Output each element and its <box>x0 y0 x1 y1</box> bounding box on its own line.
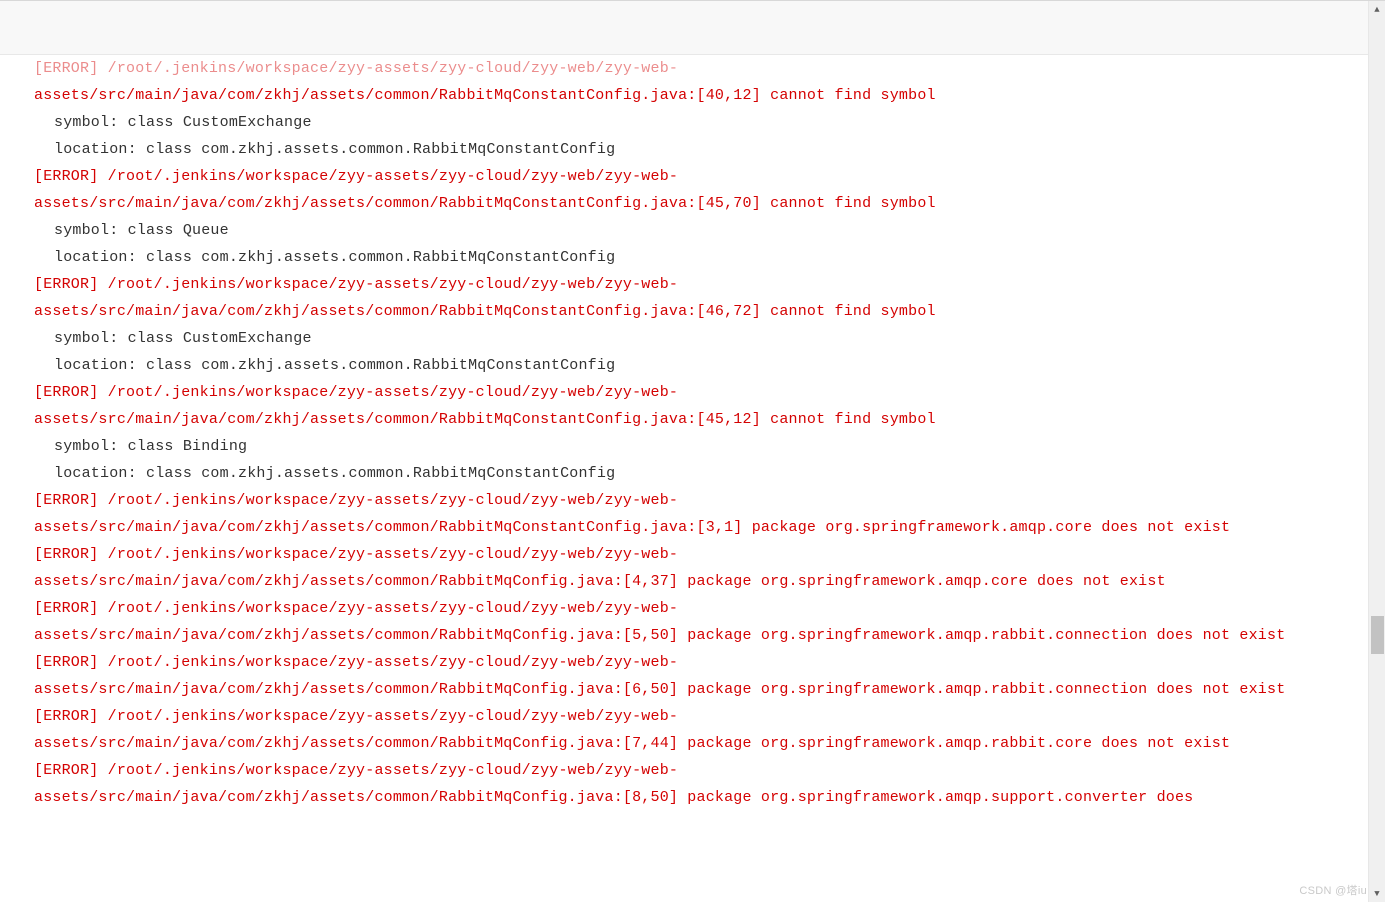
scroll-up-button[interactable]: ▲ <box>1369 1 1385 18</box>
error-line: [ERROR] /root/.jenkins/workspace/zyy-ass… <box>34 271 1303 298</box>
error-line: assets/src/main/java/com/zkhj/assets/com… <box>34 568 1303 595</box>
truncated-top-line: [ERROR] /root/.jenkins/workspace/zyy-ass… <box>34 55 1303 82</box>
error-detail-line: location: class com.zkhj.assets.common.R… <box>34 244 1303 271</box>
error-detail-line: symbol: class CustomExchange <box>34 109 1303 136</box>
top-whitespace-strip <box>0 1 1385 55</box>
error-line: [ERROR] /root/.jenkins/workspace/zyy-ass… <box>34 595 1303 622</box>
error-line: assets/src/main/java/com/zkhj/assets/com… <box>34 298 1303 325</box>
error-line: assets/src/main/java/com/zkhj/assets/com… <box>34 676 1303 703</box>
error-detail-line: location: class com.zkhj.assets.common.R… <box>34 136 1303 163</box>
error-detail-line: symbol: class Binding <box>34 433 1303 460</box>
error-line: [ERROR] /root/.jenkins/workspace/zyy-ass… <box>34 541 1303 568</box>
browser-viewport: [ERROR] /root/.jenkins/workspace/zyy-ass… <box>0 0 1385 902</box>
watermark: CSDN @塔iu <box>1299 882 1367 898</box>
error-line: assets/src/main/java/com/zkhj/assets/com… <box>34 514 1303 541</box>
build-log: [ERROR] /root/.jenkins/workspace/zyy-ass… <box>0 55 1337 811</box>
error-detail-line: location: class com.zkhj.assets.common.R… <box>34 460 1303 487</box>
error-line: [ERROR] /root/.jenkins/workspace/zyy-ass… <box>34 703 1303 730</box>
error-line: assets/src/main/java/com/zkhj/assets/com… <box>34 622 1303 649</box>
log-content-region[interactable]: [ERROR] /root/.jenkins/workspace/zyy-ass… <box>0 55 1337 902</box>
error-line: assets/src/main/java/com/zkhj/assets/com… <box>34 190 1303 217</box>
chevron-down-icon: ▼ <box>1374 889 1379 899</box>
error-detail-line: location: class com.zkhj.assets.common.R… <box>34 352 1303 379</box>
error-line: assets/src/main/java/com/zkhj/assets/com… <box>34 784 1303 811</box>
error-line: [ERROR] /root/.jenkins/workspace/zyy-ass… <box>34 163 1303 190</box>
error-line: assets/src/main/java/com/zkhj/assets/com… <box>34 406 1303 433</box>
error-detail-line: symbol: class Queue <box>34 217 1303 244</box>
error-line: [ERROR] /root/.jenkins/workspace/zyy-ass… <box>34 757 1303 784</box>
error-line: [ERROR] /root/.jenkins/workspace/zyy-ass… <box>34 379 1303 406</box>
error-line: assets/src/main/java/com/zkhj/assets/com… <box>34 82 1303 109</box>
error-detail-line: symbol: class CustomExchange <box>34 325 1303 352</box>
scrollbar-track[interactable] <box>1369 18 1385 885</box>
chevron-up-icon: ▲ <box>1374 5 1379 15</box>
error-line: assets/src/main/java/com/zkhj/assets/com… <box>34 730 1303 757</box>
scrollbar-thumb[interactable] <box>1371 616 1384 654</box>
scroll-down-button[interactable]: ▼ <box>1369 885 1385 902</box>
vertical-scrollbar[interactable]: ▲ ▼ <box>1368 1 1385 902</box>
error-line: [ERROR] /root/.jenkins/workspace/zyy-ass… <box>34 649 1303 676</box>
error-line: [ERROR] /root/.jenkins/workspace/zyy-ass… <box>34 487 1303 514</box>
